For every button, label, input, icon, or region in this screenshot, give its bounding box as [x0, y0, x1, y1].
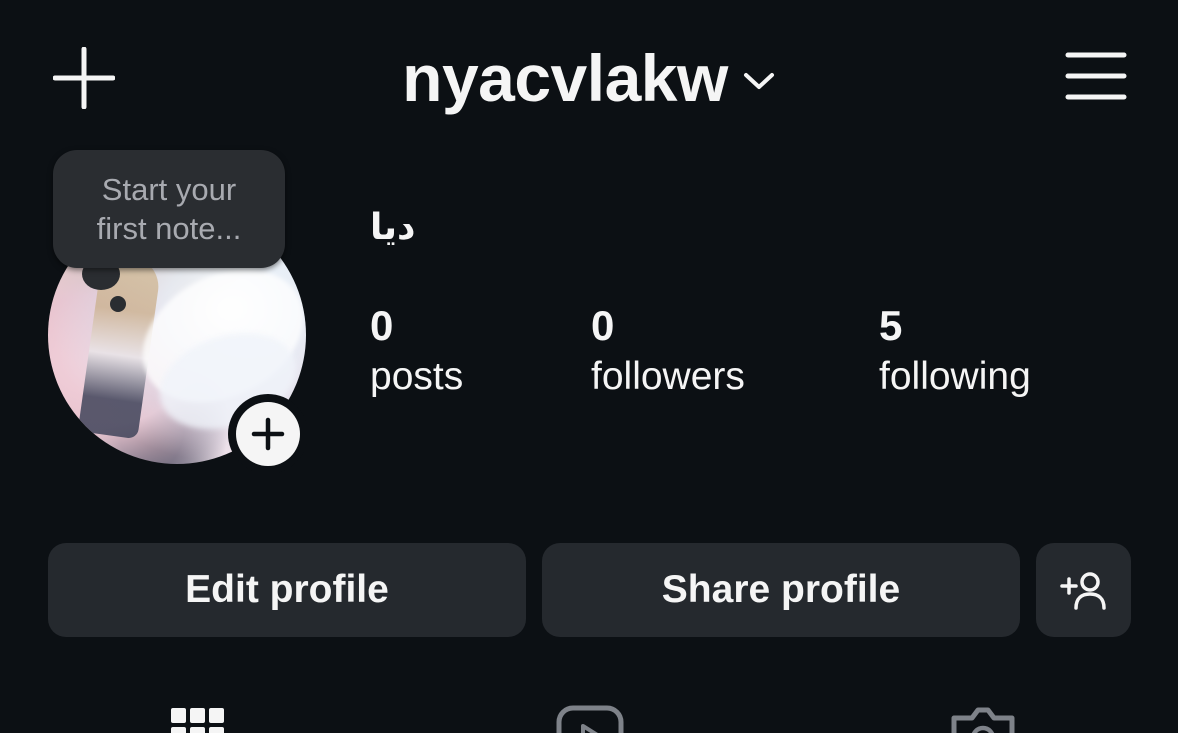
- grid-icon: [171, 708, 224, 733]
- menu-button[interactable]: [1058, 46, 1134, 106]
- profile-page: nyacvlakw Start your first note... ديا 0…: [0, 0, 1178, 733]
- reels-icon: [556, 705, 624, 733]
- note-placeholder-line1: Start your: [101, 172, 237, 207]
- share-profile-button[interactable]: Share profile: [542, 543, 1020, 637]
- display-name: ديا: [370, 206, 416, 247]
- following-label: following: [879, 355, 1031, 398]
- add-person-icon: [1059, 572, 1106, 610]
- chevron-down-icon[interactable]: [742, 64, 776, 98]
- note-bubble-dot: [110, 296, 126, 312]
- followers-label: followers: [591, 355, 745, 398]
- tagged-icon: [951, 707, 1015, 733]
- hamburger-menu-icon: [1065, 52, 1127, 100]
- note-bubble[interactable]: Start your first note...: [53, 150, 285, 268]
- followers-count: 0: [591, 302, 615, 349]
- tab-tagged[interactable]: [943, 704, 1023, 733]
- add-story-button[interactable]: [228, 394, 308, 474]
- avatar-area: Start your first note...: [48, 150, 310, 480]
- following-stat[interactable]: 5 following: [879, 302, 1031, 404]
- following-count: 5: [879, 302, 903, 349]
- posts-label: posts: [370, 355, 464, 398]
- plus-icon: [251, 417, 285, 451]
- account-switcher[interactable]: nyacvlakw: [0, 38, 1178, 118]
- username[interactable]: nyacvlakw: [402, 45, 728, 111]
- posts-stat[interactable]: 0 posts: [370, 302, 463, 404]
- tab-posts-grid[interactable]: [157, 704, 237, 733]
- discover-people-button[interactable]: [1036, 543, 1131, 637]
- edit-profile-button[interactable]: Edit profile: [48, 543, 526, 637]
- note-placeholder-line2: first note...: [96, 211, 242, 246]
- tab-reels[interactable]: [550, 704, 630, 733]
- posts-count: 0: [370, 302, 394, 349]
- followers-stat[interactable]: 0 followers: [591, 302, 745, 404]
